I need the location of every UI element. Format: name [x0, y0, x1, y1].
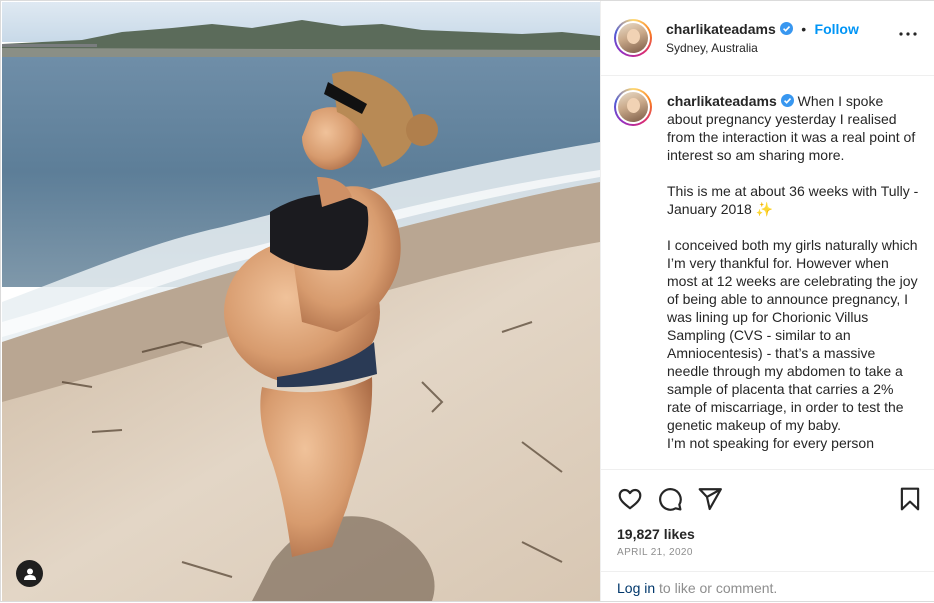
comment-icon[interactable]	[657, 486, 683, 512]
login-prompt-text: to like or comment.	[655, 580, 778, 596]
post-frame: charlikateadams • Follow Sydney, Austral…	[0, 0, 934, 602]
like-count[interactable]: 19,827 likes	[617, 526, 695, 542]
post-header: charlikateadams • Follow Sydney, Austral…	[601, 1, 934, 76]
post-actions: 19,827 likes APRIL 21, 2020 Log in to li…	[601, 469, 934, 602]
location-link[interactable]: Sydney, Australia	[666, 41, 758, 55]
avatar[interactable]	[614, 19, 652, 57]
user-tag-icon[interactable]	[16, 560, 43, 587]
caption: charlikateadams When I spoke about pregn…	[667, 92, 921, 469]
share-icon[interactable]	[697, 486, 723, 512]
verified-badge-icon	[779, 22, 793, 35]
caption-paragraph-3: I conceived both my girls naturally whic…	[667, 237, 918, 451]
caption-paragraph-2: This is me at about 36 weeks with Tully …	[667, 183, 923, 217]
caption-area[interactable]: charlikateadams When I spoke about pregn…	[601, 76, 934, 469]
login-link[interactable]: Log in	[617, 580, 655, 596]
post-date[interactable]: APRIL 21, 2020	[617, 547, 693, 558]
follow-button[interactable]: Follow	[815, 21, 859, 37]
post-photo[interactable]	[2, 2, 600, 601]
beach-photo	[2, 2, 600, 601]
caption-username[interactable]: charlikateadams	[667, 93, 777, 109]
caption-avatar[interactable]	[614, 88, 652, 126]
more-options-icon[interactable]	[899, 29, 917, 39]
post-side-panel: charlikateadams • Follow Sydney, Austral…	[600, 1, 934, 601]
verified-badge-icon	[780, 94, 794, 107]
save-bookmark-icon[interactable]	[897, 486, 923, 512]
login-prompt: Log in to like or comment.	[601, 571, 934, 603]
like-heart-icon[interactable]	[617, 486, 643, 512]
username-link[interactable]: charlikateadams	[666, 21, 776, 37]
separator-dot: •	[801, 21, 807, 37]
